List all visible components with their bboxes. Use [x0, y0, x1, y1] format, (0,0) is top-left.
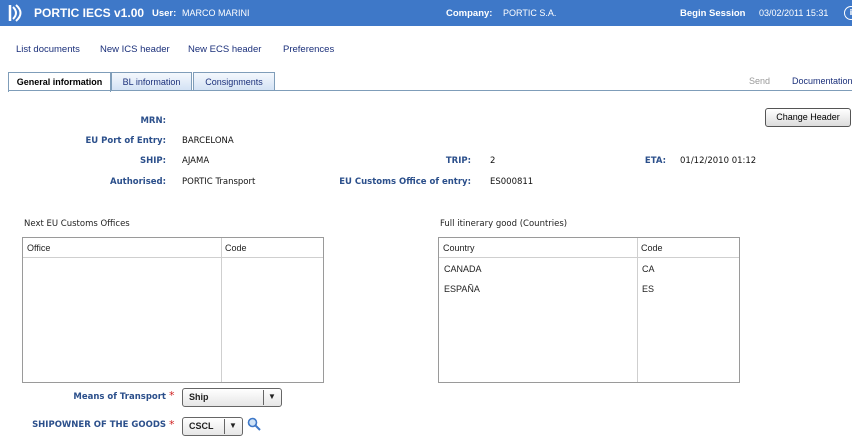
- means-of-transport-label: Means of Transport: [73, 392, 166, 402]
- shipowner-select[interactable]: CSCL ▼: [182, 417, 243, 436]
- nav-list-documents[interactable]: List documents: [16, 44, 80, 55]
- app-title: PORTIC IECS v1.00: [34, 6, 145, 20]
- itinerary-col-code[interactable]: Code: [637, 238, 739, 258]
- itinerary-col-country[interactable]: Country: [439, 238, 637, 258]
- authorised-value: PORTIC Transport: [182, 177, 256, 187]
- search-icon[interactable]: [247, 417, 261, 431]
- company-label: Company:: [446, 8, 493, 19]
- tab-divider: [8, 90, 852, 91]
- nav-new-ecs-header[interactable]: New ECS header: [188, 44, 261, 55]
- offices-col-office[interactable]: Office: [23, 238, 221, 258]
- company-value: PORTIC S.A.: [503, 8, 557, 18]
- offices-section-title: Next EU Customs Offices: [24, 219, 130, 229]
- tab-consignments[interactable]: Consignments: [193, 72, 275, 91]
- select-separator: [263, 390, 264, 405]
- customs-office-label: EU Customs Office of entry:: [339, 177, 471, 187]
- session-value: 03/02/2011 15:31: [759, 8, 829, 18]
- offices-grid[interactable]: Office Code: [22, 237, 324, 383]
- info-icon[interactable]: i: [844, 6, 852, 20]
- itinerary-row-country[interactable]: ESPAÑA: [444, 284, 480, 294]
- select-separator: [224, 419, 225, 434]
- itinerary-col-divider: [637, 238, 638, 382]
- required-marker: *: [169, 418, 175, 431]
- itinerary-row-code[interactable]: CA: [642, 264, 655, 274]
- itinerary-grid[interactable]: Country Code CANADA CA ESPAÑA ES: [438, 237, 740, 383]
- offices-col-code[interactable]: Code: [221, 238, 323, 258]
- itinerary-row-code[interactable]: ES: [642, 284, 654, 294]
- chevron-down-icon[interactable]: ▼: [229, 421, 237, 430]
- tab-bl-information[interactable]: BL information: [111, 72, 192, 91]
- chevron-down-icon[interactable]: ▼: [268, 392, 276, 401]
- required-marker: *: [169, 389, 175, 402]
- customs-office-value: ES000811: [490, 177, 534, 187]
- offices-col-divider: [221, 238, 222, 382]
- nav-preferences[interactable]: Preferences: [283, 44, 334, 55]
- authorised-label: Authorised:: [110, 177, 166, 187]
- user-value: MARCO MARINI: [182, 8, 250, 18]
- shipowner-label: SHIPOWNER OF THE GOODS: [32, 420, 166, 430]
- means-of-transport-select[interactable]: Ship ▼: [182, 388, 282, 407]
- user-label: User:: [152, 8, 177, 19]
- change-header-button[interactable]: Change Header: [765, 108, 851, 127]
- trip-label: TRIP:: [445, 156, 471, 166]
- ship-label: SHIP:: [139, 156, 166, 166]
- send-link[interactable]: Send: [749, 76, 770, 86]
- documentation-link[interactable]: Documentation: [792, 76, 852, 86]
- port-of-entry-label: EU Port of Entry:: [85, 136, 166, 146]
- session-label: Begin Session: [680, 8, 746, 19]
- port-of-entry-value: BARCELONA: [182, 136, 234, 146]
- tab-general-information[interactable]: General information: [8, 72, 111, 92]
- trip-value: 2: [490, 156, 496, 166]
- means-of-transport-value: Ship: [189, 392, 209, 402]
- nav-new-ics-header[interactable]: New ICS header: [100, 44, 170, 55]
- itinerary-section-title: Full itinerary good (Countries): [440, 219, 568, 229]
- shipowner-value: CSCL: [189, 421, 214, 431]
- portic-logo-icon: [8, 4, 22, 22]
- eta-value: 01/12/2010 01:12: [680, 156, 757, 166]
- itinerary-row-country[interactable]: CANADA: [444, 264, 482, 274]
- mrn-label: MRN:: [140, 116, 166, 126]
- ship-value: AJAMA: [182, 156, 210, 166]
- top-bar: PORTIC IECS v1.00 User: MARCO MARINI Com…: [0, 0, 852, 26]
- eta-label: ETA:: [644, 156, 666, 166]
